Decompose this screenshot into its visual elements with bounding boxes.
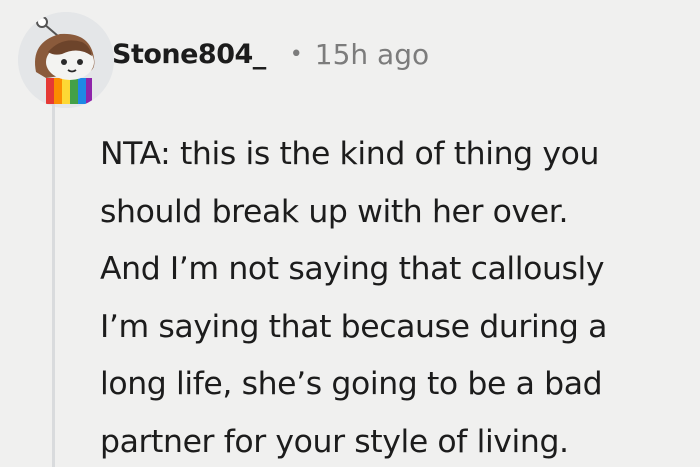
meta-separator: •: [289, 41, 303, 67]
comment-body-line: I’m saying that because during a: [100, 308, 607, 345]
comment-body-line: long life, she’s going to be a bad: [100, 366, 603, 402]
snoo-avatar-icon: [18, 12, 114, 108]
comment-body-line: And I’m not saying that callously: [100, 251, 605, 287]
user-avatar-icon[interactable]: [18, 12, 114, 108]
comment: Stone804_ • 15h ago NTA: this is the kin…: [0, 0, 700, 467]
thread-line[interactable]: [52, 104, 55, 467]
comment-body-line: partner for your style of living.: [100, 423, 569, 460]
comment-body-line: NTA: this is the kind of thing you: [100, 136, 600, 172]
username-link[interactable]: Stone804_: [112, 39, 266, 70]
comment-header: Stone804_ • 15h ago: [112, 34, 429, 74]
comment-body: NTA: this is the kind of thing you shoul…: [100, 126, 696, 467]
comment-body-line: should break up with her over.: [100, 193, 569, 230]
timestamp[interactable]: 15h ago: [315, 38, 429, 71]
